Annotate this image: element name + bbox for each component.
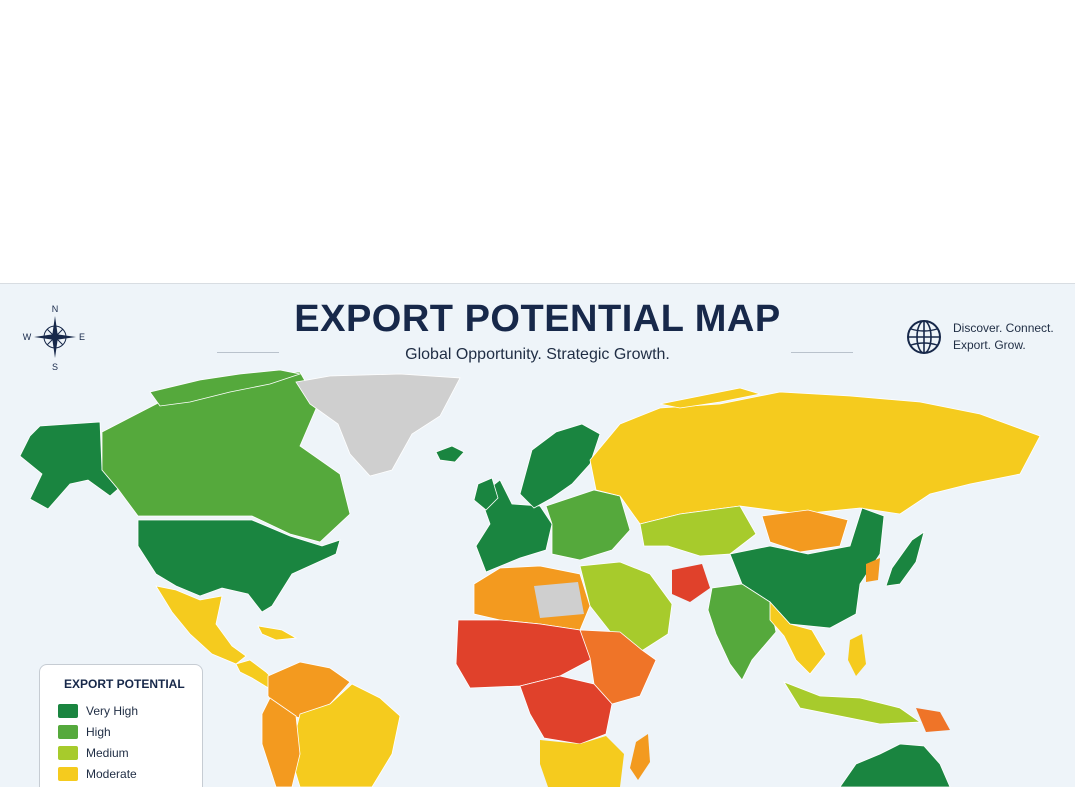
tagline-block: Discover. Connect. Export. Grow. xyxy=(905,318,1054,356)
tagline: Discover. Connect. Export. Grow. xyxy=(953,320,1054,354)
region-sahel[interactable] xyxy=(455,619,595,689)
legend-label: Moderate xyxy=(86,766,137,781)
region-indonesia[interactable] xyxy=(783,681,922,725)
tagline-line-1: Discover. Connect. xyxy=(953,321,1054,335)
region-southern-africa[interactable] xyxy=(540,736,624,787)
region-libya[interactable] xyxy=(534,582,584,618)
region-mexico[interactable] xyxy=(155,585,247,665)
legend-swatch xyxy=(58,766,78,781)
legend-swatch xyxy=(58,703,78,718)
region-afghanistan[interactable] xyxy=(672,564,710,602)
region-russia[interactable] xyxy=(589,391,1041,525)
region-caribbean[interactable] xyxy=(257,625,298,641)
region-papua[interactable] xyxy=(916,708,950,732)
legend-swatch xyxy=(58,724,78,739)
legend-label: Medium xyxy=(86,745,129,760)
export-potential-map: N S W E EXPORT POTENTIAL MAP Global Oppo… xyxy=(0,283,1075,787)
legend-swatch xyxy=(58,745,78,760)
legend-item-very-high: Very High xyxy=(58,700,202,721)
legend-item-medium: Medium xyxy=(58,742,202,763)
region-japan[interactable] xyxy=(885,531,925,587)
region-iceland[interactable] xyxy=(435,445,465,463)
legend-item-high: High xyxy=(58,721,202,742)
globe-icon xyxy=(907,320,941,354)
region-eastern-europe[interactable] xyxy=(545,489,631,561)
region-madagascar[interactable] xyxy=(630,734,650,780)
legend-label: Very High xyxy=(86,703,139,718)
legend-title: EXPORT POTENTIAL xyxy=(64,677,185,691)
map-legend: EXPORT POTENTIAL Very High High Medium M… xyxy=(39,664,203,787)
region-australia[interactable] xyxy=(839,743,951,787)
region-mongolia[interactable] xyxy=(761,509,849,553)
tagline-line-2: Export. Grow. xyxy=(953,338,1026,352)
region-philippines[interactable] xyxy=(848,634,866,676)
legend-item-moderate: Moderate xyxy=(58,763,202,784)
legend-label: High xyxy=(86,724,111,739)
